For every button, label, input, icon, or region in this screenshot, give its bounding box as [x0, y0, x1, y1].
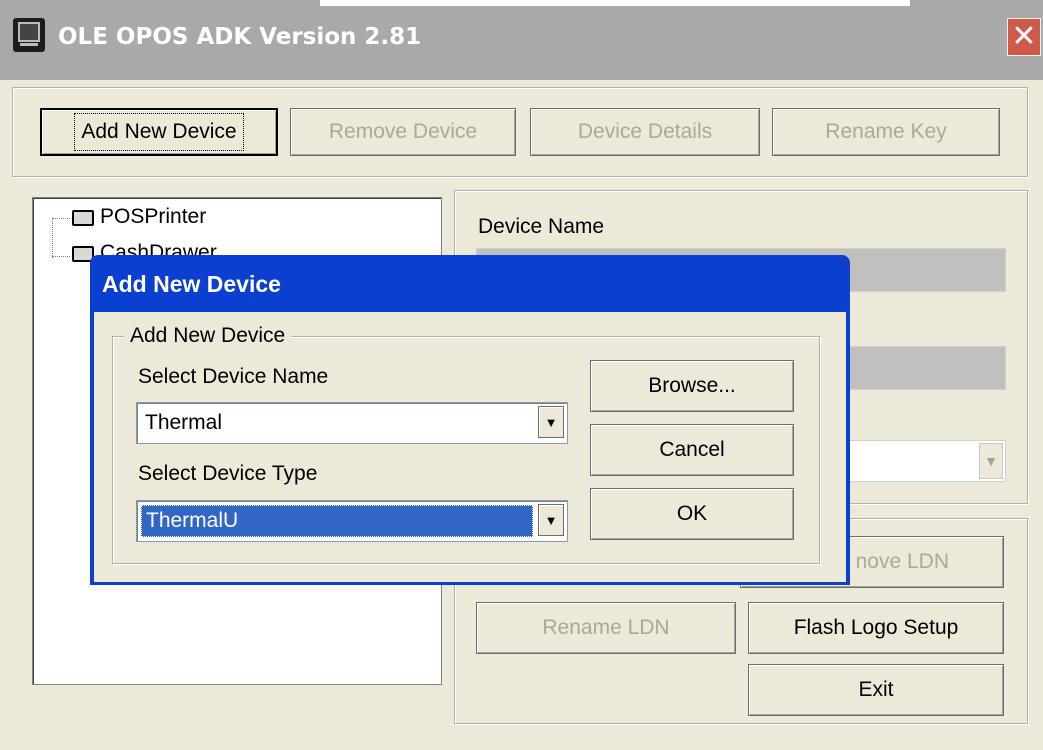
remove-device-button[interactable]: Remove Device: [290, 108, 516, 156]
device-name-label: Device Name: [478, 215, 605, 238]
rename-ldn-button[interactable]: Rename LDN: [476, 602, 736, 654]
device-name-value: Thermal: [145, 411, 223, 434]
ok-label: OK: [676, 502, 708, 525]
tree-connector: [52, 218, 70, 219]
add-new-device-label: Add New Device: [81, 120, 237, 143]
select-device-type-label: Select Device Type: [138, 462, 318, 485]
device-type-value: ThermalU: [146, 509, 239, 532]
background-window-strip: [320, 0, 910, 6]
tree-connector: [52, 256, 70, 257]
remove-device-label: Remove Device: [328, 120, 478, 143]
dialog-group-label: Add New Device: [124, 324, 292, 348]
flash-logo-setup-label: Flash Logo Setup: [793, 616, 959, 639]
chevron-down-icon[interactable]: ▼: [538, 406, 564, 438]
device-icon: [72, 210, 94, 226]
remove-ldn-label: nove LDN: [855, 550, 949, 573]
select-device-name-label: Select Device Name: [138, 365, 329, 388]
device-name-combo[interactable]: Thermal ▼: [136, 402, 568, 444]
device-details-label: Device Details: [577, 120, 713, 143]
exit-label: Exit: [858, 678, 894, 701]
browse-button[interactable]: Browse...: [590, 360, 794, 412]
rename-ldn-label: Rename LDN: [542, 616, 670, 639]
cancel-label: Cancel: [659, 438, 725, 461]
dialog-title: Add New Device: [102, 271, 281, 297]
device-details-button[interactable]: Device Details: [530, 108, 760, 156]
chevron-down-icon[interactable]: ▼: [538, 504, 564, 536]
chevron-down-icon: ▼: [979, 443, 1003, 479]
window-title: OLE OPOS ADK Version 2.81: [58, 24, 422, 50]
rename-key-button[interactable]: Rename Key: [772, 108, 1000, 156]
rename-key-label: Rename Key: [825, 120, 947, 143]
exit-button[interactable]: Exit: [748, 664, 1004, 716]
add-new-device-button[interactable]: Add New Device: [40, 108, 278, 156]
browse-label: Browse...: [648, 374, 736, 397]
tree-connector: [52, 218, 53, 258]
tree-item-posprinter[interactable]: POSPrinter: [100, 205, 206, 229]
close-icon[interactable]: ✕: [1007, 18, 1041, 56]
cancel-button[interactable]: Cancel: [590, 424, 794, 476]
selected-device-type: ThermalU: [141, 505, 533, 537]
ok-button[interactable]: OK: [590, 488, 794, 540]
app-icon: [13, 18, 45, 52]
flash-logo-setup-button[interactable]: Flash Logo Setup: [748, 602, 1004, 654]
device-type-combo[interactable]: ThermalU ▼: [136, 500, 568, 542]
